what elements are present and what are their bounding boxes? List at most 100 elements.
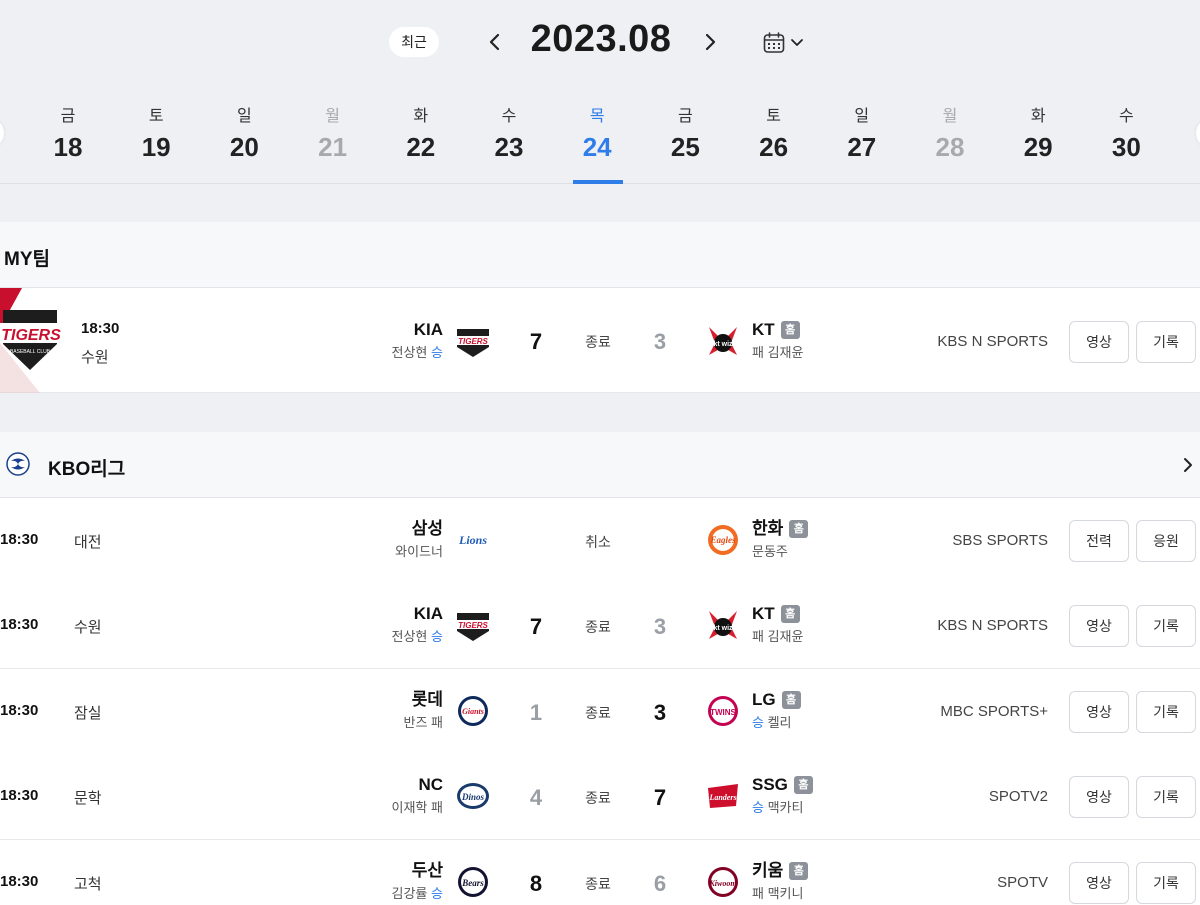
video-button[interactable]: 영상 — [1069, 321, 1129, 363]
svg-text:Kiwoom: Kiwoom — [708, 879, 736, 888]
day-of-week: 목 — [589, 108, 605, 125]
away-team-logo[interactable]: Bears — [453, 862, 493, 902]
day-of-week: 금 — [60, 108, 76, 125]
away-team-name: 두산 — [411, 861, 443, 880]
day-28[interactable]: 월 28 — [920, 106, 980, 164]
home-badge: 홈 — [789, 862, 809, 880]
game-row[interactable]: 18:30 고척 두산 김강률 승 Bears 8 종료 6 Kiwoom 키움 홈 패 맥키니 SPO… — [0, 840, 1200, 905]
scroll-left-handle[interactable] — [0, 118, 4, 148]
away-pitcher: 전상현 — [391, 345, 428, 360]
primary-action-button[interactable]: 영상 — [1069, 605, 1129, 647]
chevron-right-icon[interactable] — [1180, 455, 1196, 475]
day-21[interactable]: 월 21 — [303, 106, 363, 164]
primary-action-button[interactable]: 영상 — [1069, 691, 1129, 733]
day-24[interactable]: 목 24 — [567, 106, 627, 164]
game-status: 종료 — [585, 790, 611, 806]
away-team-name: KIA — [413, 320, 443, 339]
game-row[interactable]: 18:30 대전 삼성 와이드너 Lions 취소 Eagles 한화 홈 문동주 SBS SP… — [0, 498, 1200, 584]
primary-action-button[interactable]: 영상 — [1069, 862, 1129, 904]
primary-action-button[interactable]: 전력 — [1069, 520, 1129, 562]
home-team-logo[interactable]: TWINS — [703, 691, 743, 731]
broadcaster: SBS SPORTS — [952, 532, 1048, 549]
away-team[interactable]: 삼성 와이드너 — [395, 518, 443, 561]
away-pitcher: 반즈 — [403, 715, 428, 730]
game-stadium: 고척 — [74, 876, 102, 893]
day-25[interactable]: 금 25 — [655, 106, 715, 164]
myteam-game-row[interactable]: TIGERS BASEBALL CLUB 18:30 수원 KIA 전상현 승 … — [0, 288, 1200, 393]
away-result: 승 — [431, 345, 443, 360]
day-19[interactable]: 토 19 — [126, 106, 186, 164]
league-section-header[interactable]: KBO리그 — [0, 432, 1200, 498]
next-month-button[interactable] — [696, 28, 724, 56]
game-stadium: 수원 — [81, 349, 109, 366]
game-stadium: 대전 — [74, 534, 102, 551]
day-20[interactable]: 일 20 — [214, 106, 274, 164]
away-team[interactable]: NC 이재학 패 — [392, 774, 443, 817]
game-row[interactable]: 18:30 문학 NC 이재학 패 Dinos 4 종료 7 Landers SSG 홈 승 맥카티 S… — [0, 754, 1200, 840]
day-of-week: 수 — [1119, 108, 1134, 125]
svg-text:TIGERS: TIGERS — [1, 327, 61, 344]
day-26[interactable]: 토 26 — [744, 106, 804, 164]
home-team-name: LG — [752, 690, 776, 709]
day-number: 30 — [1111, 132, 1141, 162]
home-team-name: SSG — [752, 775, 788, 794]
game-status: 종료 — [585, 334, 611, 350]
away-team[interactable]: KIA 전상현 승 — [392, 603, 443, 646]
day-22[interactable]: 화 22 — [391, 106, 451, 164]
prev-month-button[interactable] — [481, 28, 509, 56]
day-of-week: 금 — [678, 108, 693, 125]
day-of-week: 수 — [501, 108, 517, 125]
home-team[interactable]: LG 홈 승 켈리 — [752, 689, 801, 732]
game-time: 18:30 — [0, 787, 39, 804]
record-button[interactable]: 기록 — [1136, 321, 1196, 363]
away-pitcher: 전상현 — [391, 629, 428, 644]
secondary-action-button[interactable]: 기록 — [1136, 776, 1196, 818]
home-team[interactable]: SSG 홈 승 맥카티 — [752, 774, 813, 817]
away-team[interactable]: 두산 김강률 승 — [392, 860, 443, 903]
home-team-logo[interactable]: kt wiz — [703, 605, 743, 645]
home-team-logo[interactable]: Eagles — [703, 520, 743, 560]
myteam-section-header: MY팀 — [0, 222, 1200, 288]
home-team[interactable]: 키움 홈 패 맥키니 — [752, 860, 809, 903]
away-score: 4 — [529, 785, 543, 810]
day-number: 27 — [847, 132, 877, 162]
away-team-logo[interactable]: Giants — [453, 691, 493, 731]
secondary-action-button[interactable]: 응원 — [1136, 520, 1196, 562]
home-team-name: KT — [752, 604, 775, 623]
away-team-logo[interactable]: TIGERS — [453, 321, 493, 361]
game-time: 18:30 — [0, 873, 39, 890]
day-30[interactable]: 수 30 — [1096, 106, 1156, 164]
secondary-action-button[interactable]: 기록 — [1136, 605, 1196, 647]
game-row[interactable]: 18:30 수원 KIA 전상현 승 TIGERS 7 종료 3 kt wiz KT 홈 패 김재윤 K… — [0, 583, 1200, 669]
day-18[interactable]: 금 18 — [38, 106, 98, 164]
day-29[interactable]: 화 29 — [1008, 106, 1068, 164]
home-team[interactable]: KT 홈 패 김재윤 — [752, 603, 803, 646]
home-team-logo[interactable]: kt wiz — [703, 321, 743, 361]
away-team-logo[interactable]: TIGERS — [453, 605, 493, 645]
game-time: 18:30 — [0, 702, 39, 719]
home-team[interactable]: 한화 홈 문동주 — [752, 518, 809, 561]
day-number: 21 — [318, 132, 348, 162]
away-team-logo[interactable]: Lions — [453, 520, 493, 560]
home-team-logo[interactable]: Landers — [703, 776, 743, 816]
recent-button[interactable]: 최근 — [389, 27, 439, 57]
secondary-action-button[interactable]: 기록 — [1136, 862, 1196, 904]
broadcaster: KBS N SPORTS — [937, 333, 1048, 350]
away-team[interactable]: 롯데 반즈 패 — [403, 689, 443, 732]
secondary-action-button[interactable]: 기록 — [1136, 691, 1196, 733]
day-number: 19 — [141, 132, 171, 162]
home-result: 패 — [752, 629, 764, 644]
calendar-picker-button[interactable] — [762, 29, 812, 57]
selected-day-indicator — [573, 180, 623, 184]
primary-action-button[interactable]: 영상 — [1069, 776, 1129, 818]
home-team-logo[interactable]: Kiwoom — [703, 862, 743, 902]
home-team[interactable]: KT 홈 패 김재윤 — [752, 319, 803, 362]
scroll-right-handle[interactable] — [1196, 118, 1200, 148]
day-23[interactable]: 수 23 — [479, 106, 539, 164]
game-status: 종료 — [585, 705, 611, 721]
day-27[interactable]: 일 27 — [832, 106, 892, 164]
home-pitcher: 김재윤 — [767, 629, 804, 644]
away-team[interactable]: KIA 전상현 승 — [392, 319, 443, 362]
away-team-logo[interactable]: Dinos — [453, 776, 493, 816]
game-row[interactable]: 18:30 잠실 롯데 반즈 패 Giants 1 종료 3 TWINS LG 홈 승 켈리 MBC S… — [0, 669, 1200, 755]
